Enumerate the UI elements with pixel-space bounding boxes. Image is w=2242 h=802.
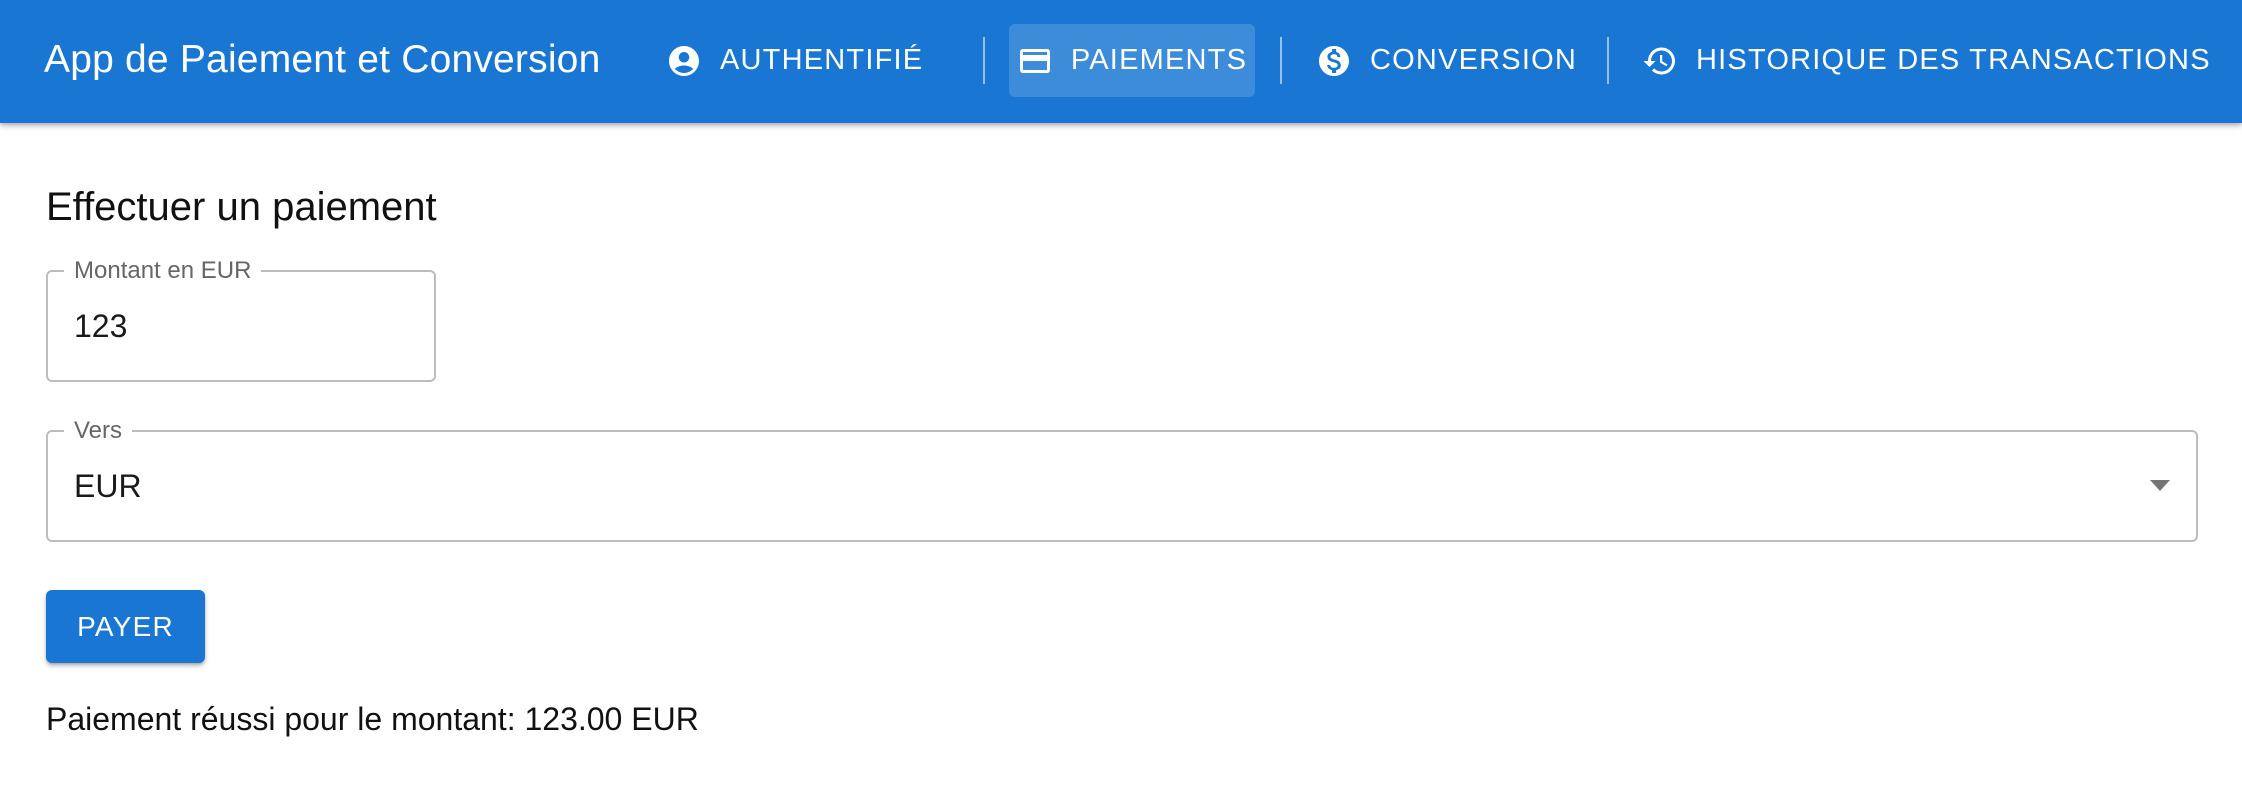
nav-authentifie[interactable]: AUTHENTIFIÉ bbox=[652, 24, 937, 97]
currency-select[interactable]: Vers EUR bbox=[46, 417, 2198, 542]
dollar-circle-icon bbox=[1316, 43, 1352, 79]
account-circle-icon bbox=[666, 43, 702, 79]
nav-conversion-label: CONVERSION bbox=[1370, 44, 1577, 76]
payment-result-message: Paiement réussi pour le montant: 123.00 … bbox=[46, 701, 699, 737]
nav-divider bbox=[1280, 37, 1282, 84]
chevron-down-icon[interactable] bbox=[2150, 480, 2170, 491]
amount-field[interactable]: Montant en EUR 123 bbox=[46, 257, 436, 382]
nav-paiements[interactable]: PAIEMENTS bbox=[1009, 24, 1255, 97]
nav-conversion[interactable]: CONVERSION bbox=[1302, 24, 1591, 97]
page-title: Effectuer un paiement bbox=[46, 185, 437, 229]
nav-historique[interactable]: HISTORIQUE DES TRANSACTIONS bbox=[1628, 24, 2225, 97]
app-bar: App de Paiement et Conversion AUTHENTIFI… bbox=[0, 0, 2242, 123]
credit-card-icon bbox=[1017, 43, 1053, 79]
app-title: App de Paiement et Conversion bbox=[44, 38, 601, 81]
history-icon bbox=[1642, 43, 1678, 79]
nav-paiements-label: PAIEMENTS bbox=[1070, 44, 1248, 76]
amount-input-value[interactable]: 123 bbox=[74, 272, 127, 380]
nav-historique-label: HISTORIQUE DES TRANSACTIONS bbox=[1696, 44, 2211, 76]
currency-select-value[interactable]: EUR bbox=[74, 432, 142, 540]
nav-divider bbox=[983, 37, 985, 84]
nav-divider bbox=[1607, 37, 1609, 84]
nav-authentifie-label: AUTHENTIFIÉ bbox=[720, 44, 924, 76]
pay-button[interactable]: PAYER bbox=[46, 590, 205, 663]
